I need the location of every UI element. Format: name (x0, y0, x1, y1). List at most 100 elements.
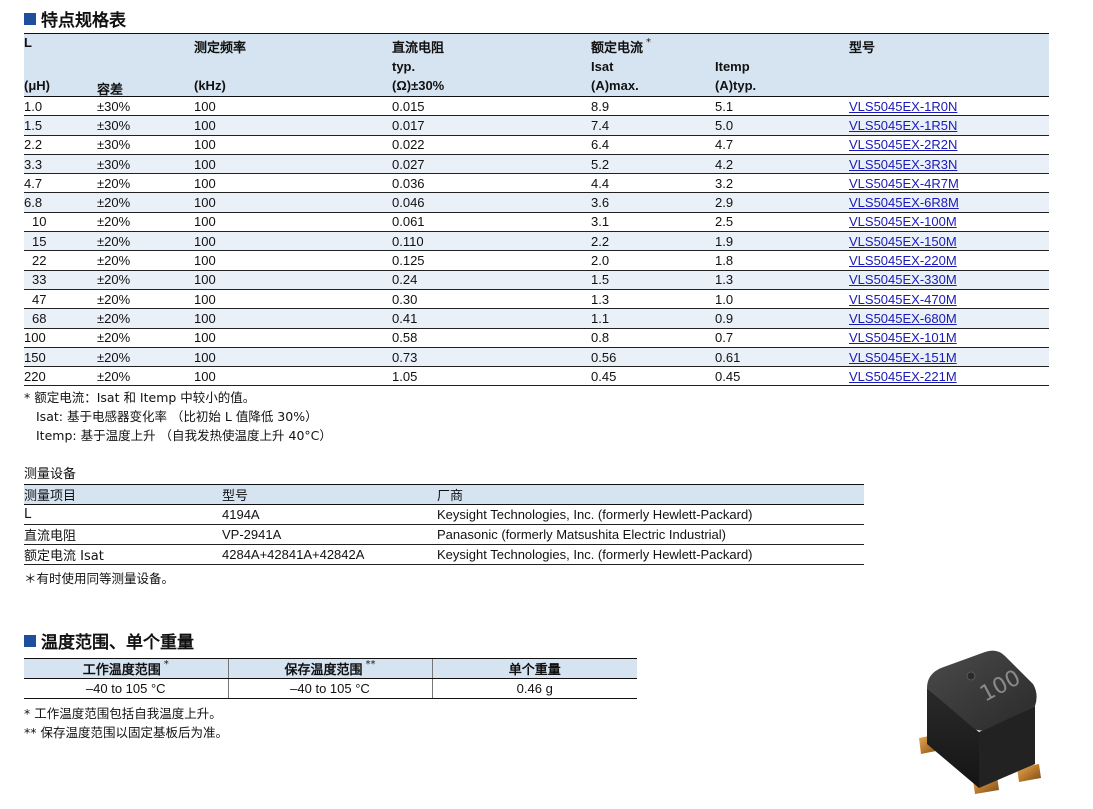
table-row: 100 ±20% 100 0.58 0.8 0.7 VLS5045EX-101M (24, 328, 1049, 348)
part-number-link[interactable]: VLS5045EX-221M (849, 369, 957, 384)
spec-cell-l: 22 (24, 250, 97, 271)
spec-cell-part: VLS5045EX-330M (849, 270, 1049, 290)
part-number-link[interactable]: VLS5045EX-100M (849, 214, 957, 229)
part-number-link[interactable]: VLS5045EX-3R3N (849, 157, 957, 172)
spec-cell-itemp: 0.45 (715, 366, 849, 387)
equip-maker: Keysight Technologies, Inc. (formerly He… (437, 544, 864, 565)
spec-cell-tol: ±20% (97, 308, 194, 329)
spec-table-body: 1.0 ±30% 100 0.015 8.9 5.1 VLS5045EX-1R0N 1.5 ±3… (24, 96, 1049, 387)
spec-cell-dcr: 0.110 (392, 231, 591, 252)
table-row: 6.8 ±20% 100 0.046 3.6 2.9 VLS5045EX-6R8M (24, 192, 1049, 213)
spec-note-itemp: Itemp: 基于温度上升 （自我发热使温度上升 40°C） (36, 428, 332, 443)
spec-cell-dcr: 0.58 (392, 328, 591, 348)
spec-table: L (μH) 容差 测定频率 (kHz) 直流电阻 typ. (Ω)±30% 额… (24, 33, 1049, 387)
spec-cell-l: 2.2 (24, 135, 97, 155)
spec-cell-itemp: 5.1 (715, 96, 849, 117)
part-number-link[interactable]: VLS5045EX-1R0N (849, 99, 957, 114)
spec-cell-dcr: 0.30 (392, 289, 591, 310)
spec-cell-freq: 100 (194, 366, 392, 387)
equipment-caption: 测量设备 (24, 467, 77, 482)
part-number-link[interactable]: VLS5045EX-4R7M (849, 176, 959, 191)
spec-cell-dcr: 1.05 (392, 366, 591, 387)
table-row: 15 ±20% 100 0.110 2.2 1.9 VLS5045EX-150M (24, 231, 1049, 252)
spec-cell-isat: 8.9 (591, 96, 715, 117)
spec-cell-l: 1.5 (24, 115, 97, 136)
header-rated-current: 额定电流 (591, 41, 644, 56)
spec-cell-itemp: 0.7 (715, 328, 849, 348)
part-number-link[interactable]: VLS5045EX-6R8M (849, 195, 959, 210)
spec-cell-freq: 100 (194, 192, 392, 213)
temp-weight-table: 工作温度范围 * 保存温度范围 ** 单个重量 –40 to 105 °C –40 … (24, 658, 637, 699)
part-number-link[interactable]: VLS5045EX-150M (849, 234, 957, 249)
spec-cell-freq: 100 (194, 173, 392, 194)
spec-cell-freq: 100 (194, 154, 392, 175)
spec-cell-isat: 3.1 (591, 212, 715, 233)
spec-cell-itemp: 3.2 (715, 173, 849, 194)
storage-temp-label: 保存温度范围 (284, 663, 363, 678)
spec-cell-itemp: 5.0 (715, 115, 849, 136)
spec-cell-isat: 1.1 (591, 308, 715, 329)
table-row: 3.3 ±30% 100 0.027 5.2 4.2 VLS5045EX-3R3N (24, 154, 1049, 175)
temp-section-title: 温度范围、单个重量 (24, 628, 194, 653)
spec-cell-isat: 4.4 (591, 173, 715, 194)
equipment-note: ＊有时使用同等测量设备。 (24, 571, 175, 586)
spec-cell-l: 15 (24, 231, 97, 252)
spec-cell-isat: 6.4 (591, 135, 715, 155)
polarity-dot (966, 671, 976, 681)
table-row: 47 ±20% 100 0.30 1.3 1.0 VLS5045EX-470M (24, 289, 1049, 310)
temp-note-operating: * 工作温度范围包括自我温度上升。 (24, 706, 222, 721)
spec-cell-l: 220 (24, 366, 97, 387)
spec-cell-freq: 100 (194, 115, 392, 136)
spec-cell-l: 47 (24, 289, 97, 310)
spec-cell-l: 10 (24, 212, 97, 233)
spec-cell-itemp: 1.8 (715, 250, 849, 271)
spec-cell-freq: 100 (194, 250, 392, 271)
part-number-link[interactable]: VLS5045EX-101M (849, 330, 957, 345)
spec-cell-part: VLS5045EX-100M (849, 212, 1049, 233)
spec-cell-tol: ±30% (97, 135, 194, 155)
spec-cell-part: VLS5045EX-151M (849, 347, 1049, 368)
spec-cell-isat: 7.4 (591, 115, 715, 136)
temp-header-operating: 工作温度范围 * (24, 658, 228, 679)
equipment-header-row: 测量项目 型号 厂商 (24, 484, 864, 505)
spec-cell-freq: 100 (194, 308, 392, 329)
part-number-link[interactable]: VLS5045EX-470M (849, 292, 957, 307)
spec-cell-isat: 1.5 (591, 270, 715, 290)
table-row: 22 ±20% 100 0.125 2.0 1.8 VLS5045EX-220M (24, 250, 1049, 271)
section-square-icon (24, 634, 36, 647)
header-dcr: 直流电阻 typ. (Ω)±30% (392, 33, 591, 97)
part-number-link[interactable]: VLS5045EX-1R5N (849, 118, 957, 133)
spec-cell-dcr: 0.061 (392, 212, 591, 233)
part-number-link[interactable]: VLS5045EX-680M (849, 311, 957, 326)
spec-cell-itemp: 4.7 (715, 135, 849, 155)
spec-cell-isat: 0.8 (591, 328, 715, 348)
spec-cell-dcr: 0.022 (392, 135, 591, 155)
equip-item: L (24, 504, 222, 525)
part-number-link[interactable]: VLS5045EX-330M (849, 272, 957, 287)
spec-cell-dcr: 0.046 (392, 192, 591, 213)
spec-cell-part: VLS5045EX-4R7M (849, 173, 1049, 194)
spec-cell-freq: 100 (194, 212, 392, 233)
spec-cell-isat: 2.2 (591, 231, 715, 252)
spec-header-row: L (μH) 容差 测定频率 (kHz) 直流电阻 typ. (Ω)±30% 额… (24, 33, 1049, 98)
spec-cell-l: 3.3 (24, 154, 97, 175)
spec-cell-l: 6.8 (24, 192, 97, 213)
table-row: 33 ±20% 100 0.24 1.5 1.3 VLS5045EX-330M (24, 270, 1049, 290)
part-number-link[interactable]: VLS5045EX-2R2N (849, 137, 957, 152)
part-number-link[interactable]: VLS5045EX-220M (849, 253, 957, 268)
table-row: 额定电流 Isat 4284A+42841A+42842A Keysight T… (24, 544, 864, 565)
spec-cell-dcr: 0.036 (392, 173, 591, 194)
spec-cell-itemp: 1.3 (715, 270, 849, 290)
temp-note-storage: ** 保存温度范围以固定基板后为准。 (24, 725, 228, 740)
spec-cell-freq: 100 (194, 135, 392, 155)
spec-cell-part: VLS5045EX-221M (849, 366, 1049, 387)
spec-cell-part: VLS5045EX-680M (849, 308, 1049, 329)
header-itemp-label: Itemp (715, 59, 750, 74)
operating-temp-label: 工作温度范围 (82, 663, 161, 678)
operating-temp-value: –40 to 105 °C (24, 678, 228, 699)
spec-cell-dcr: 0.24 (392, 270, 591, 290)
part-number-link[interactable]: VLS5045EX-151M (849, 350, 957, 365)
header-freq: 测定频率 (kHz) (194, 33, 392, 97)
equipment-table: 测量项目 型号 厂商 L 4194A Keysight Technologies… (24, 484, 864, 565)
temp-header-storage: 保存温度范围 ** (227, 658, 432, 679)
